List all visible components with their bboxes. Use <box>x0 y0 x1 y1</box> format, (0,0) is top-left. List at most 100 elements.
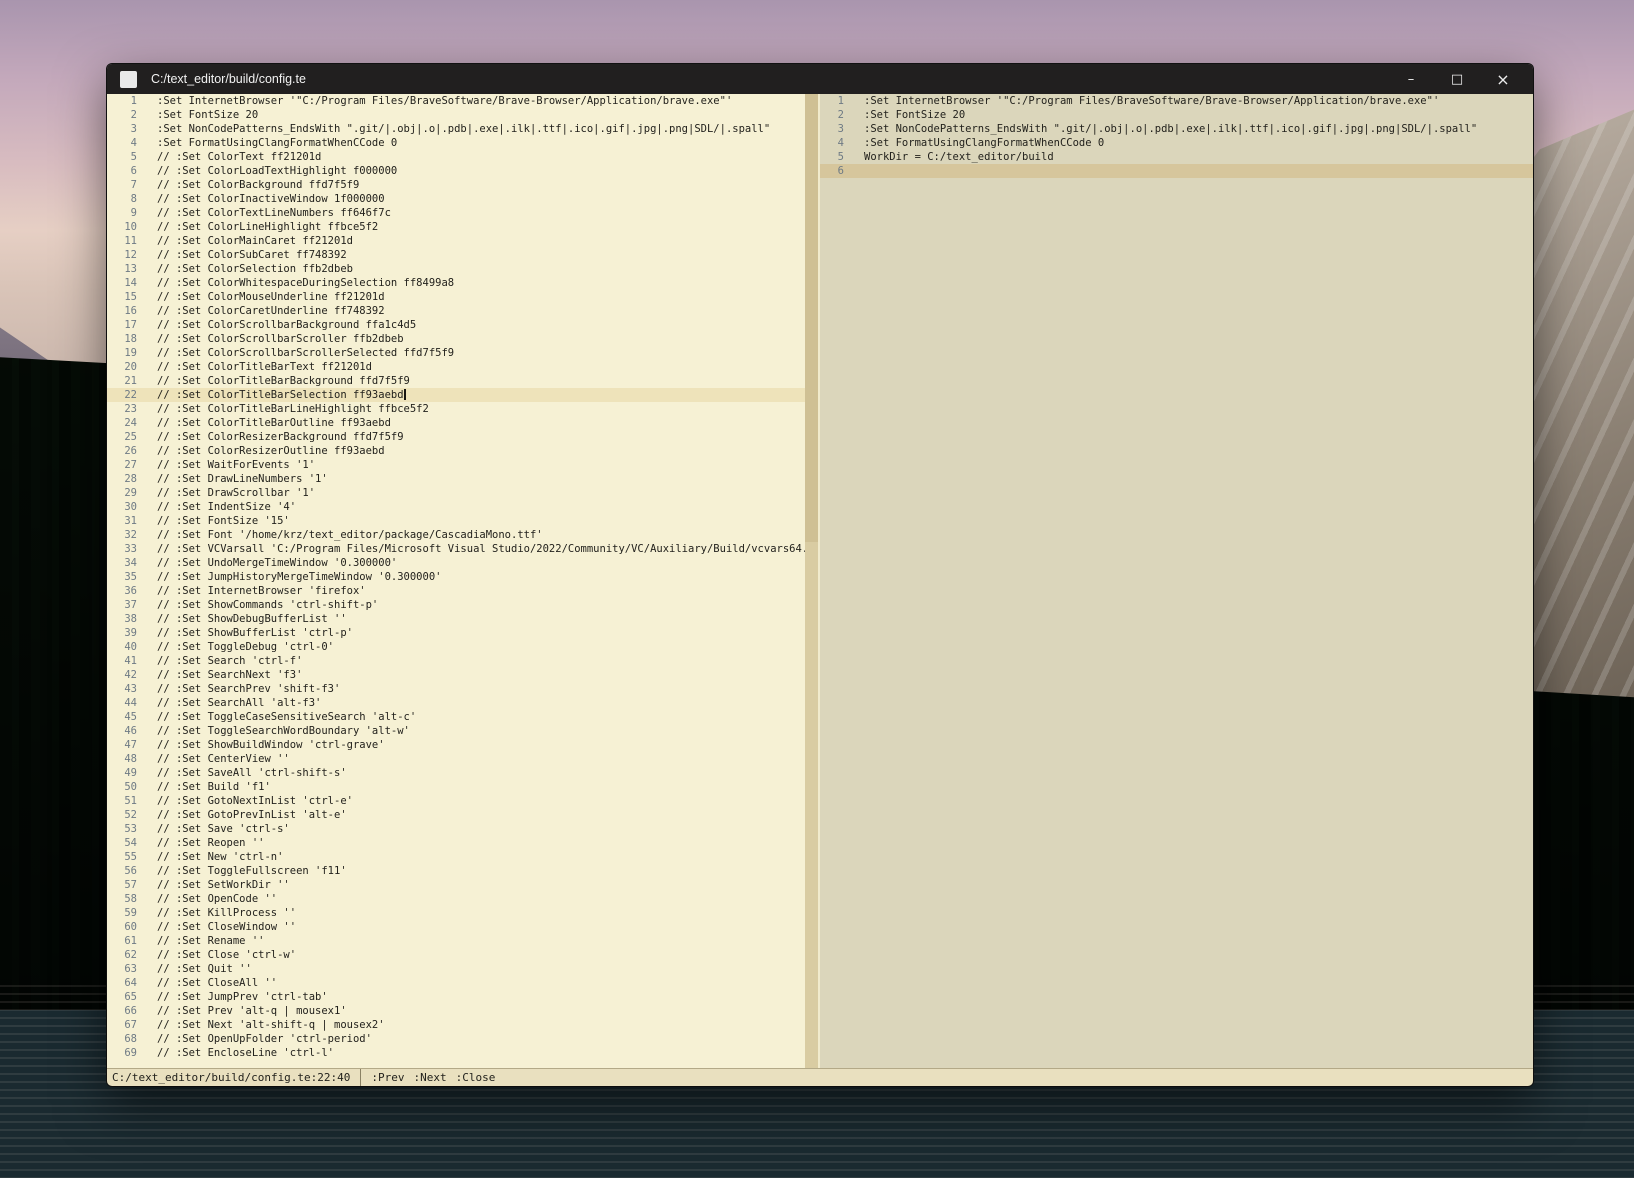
code-line[interactable]: 45// :Set ToggleCaseSensitiveSearch 'alt… <box>107 710 805 724</box>
status-command-close[interactable]: :Close <box>456 1071 496 1084</box>
scrollbar-thumb[interactable] <box>805 94 818 542</box>
code-line[interactable]: 20// :Set ColorTitleBarText ff21201d <box>107 360 805 374</box>
code-line[interactable]: 32// :Set Font '/home/krz/text_editor/pa… <box>107 528 805 542</box>
code-line[interactable]: 60// :Set CloseWindow '' <box>107 920 805 934</box>
code-line[interactable]: 44// :Set SearchAll 'alt-f3' <box>107 696 805 710</box>
close-button[interactable]: × <box>1480 64 1526 94</box>
minimize-button[interactable]: – <box>1388 64 1434 94</box>
code-line[interactable]: 46// :Set ToggleSearchWordBoundary 'alt-… <box>107 724 805 738</box>
left-pane-scrollbar[interactable] <box>805 94 818 1068</box>
code-line[interactable]: 2:Set FontSize 20 <box>820 108 1533 122</box>
code-line[interactable]: 29// :Set DrawScrollbar '1' <box>107 486 805 500</box>
code-line[interactable]: 33// :Set VCVarsall 'C:/Program Files/Mi… <box>107 542 805 556</box>
code-line[interactable]: 19// :Set ColorScrollbarScrollerSelected… <box>107 346 805 360</box>
code-line[interactable]: 4:Set FormatUsingClangFormatWhenCCode 0 <box>820 136 1533 150</box>
status-command-prev[interactable]: :Prev <box>371 1071 404 1084</box>
code-line[interactable]: 6// :Set ColorLoadTextHighlight f000000 <box>107 164 805 178</box>
code-line[interactable]: 5// :Set ColorText ff21201d <box>107 150 805 164</box>
code-line[interactable]: 52// :Set GotoPrevInList 'alt-e' <box>107 808 805 822</box>
status-command-next[interactable]: :Next <box>414 1071 447 1084</box>
code-line[interactable]: 35// :Set JumpHistoryMergeTimeWindow '0.… <box>107 570 805 584</box>
line-text: // :Set GotoPrevInList 'alt-e' <box>137 808 347 822</box>
line-text: :Set FontSize 20 <box>137 108 258 122</box>
code-line[interactable]: 34// :Set UndoMergeTimeWindow '0.300000' <box>107 556 805 570</box>
code-line[interactable]: 26// :Set ColorResizerOutline ff93aebd <box>107 444 805 458</box>
line-text: // :Set ColorBackground ffd7f5f9 <box>137 178 359 192</box>
title-bar[interactable]: C:/text_editor/build/config.te – □ × <box>107 64 1533 94</box>
line-text: // :Set SaveAll 'ctrl-shift-s' <box>137 766 347 780</box>
code-line[interactable]: 13// :Set ColorSelection ffb2dbeb <box>107 262 805 276</box>
code-line[interactable]: 17// :Set ColorScrollbarBackground ffa1c… <box>107 318 805 332</box>
code-line[interactable]: 40// :Set ToggleDebug 'ctrl-0' <box>107 640 805 654</box>
code-line[interactable]: 24// :Set ColorTitleBarOutline ff93aebd <box>107 416 805 430</box>
code-line[interactable]: 5WorkDir = C:/text_editor/build <box>820 150 1533 164</box>
code-line[interactable]: 48// :Set CenterView '' <box>107 752 805 766</box>
code-line[interactable]: 39// :Set ShowBufferList 'ctrl-p' <box>107 626 805 640</box>
code-line[interactable]: 10// :Set ColorLineHighlight ffbce5f2 <box>107 220 805 234</box>
line-text: // :Set ToggleCaseSensitiveSearch 'alt-c… <box>137 710 416 724</box>
code-line[interactable]: 15// :Set ColorMouseUnderline ff21201d <box>107 290 805 304</box>
code-line[interactable]: 1:Set InternetBrowser '"C:/Program Files… <box>820 94 1533 108</box>
code-line[interactable]: 66// :Set Prev 'alt-q | mousex1' <box>107 1004 805 1018</box>
code-line[interactable]: 49// :Set SaveAll 'ctrl-shift-s' <box>107 766 805 780</box>
code-line[interactable]: 8// :Set ColorInactiveWindow 1f000000 <box>107 192 805 206</box>
code-line[interactable]: 65// :Set JumpPrev 'ctrl-tab' <box>107 990 805 1004</box>
code-line[interactable]: 37// :Set ShowCommands 'ctrl-shift-p' <box>107 598 805 612</box>
line-text: // :Set SearchNext 'f3' <box>137 668 302 682</box>
code-line[interactable]: 56// :Set ToggleFullscreen 'f11' <box>107 864 805 878</box>
code-line[interactable]: 21// :Set ColorTitleBarBackground ffd7f5… <box>107 374 805 388</box>
code-line[interactable]: 3:Set NonCodePatterns_EndsWith ".git/|.o… <box>820 122 1533 136</box>
code-line[interactable]: 57// :Set SetWorkDir '' <box>107 878 805 892</box>
code-line[interactable]: 16// :Set ColorCaretUnderline ff748392 <box>107 304 805 318</box>
code-line[interactable]: 3:Set NonCodePatterns_EndsWith ".git/|.o… <box>107 122 805 136</box>
code-line[interactable]: 11// :Set ColorMainCaret ff21201d <box>107 234 805 248</box>
line-text: // :Set OpenCode '' <box>137 892 277 906</box>
code-line[interactable]: 64// :Set CloseAll '' <box>107 976 805 990</box>
line-number: 65 <box>107 990 137 1004</box>
code-line[interactable]: 50// :Set Build 'f1' <box>107 780 805 794</box>
code-line[interactable]: 23// :Set ColorTitleBarLineHighlight ffb… <box>107 402 805 416</box>
line-number: 39 <box>107 626 137 640</box>
code-line[interactable]: 47// :Set ShowBuildWindow 'ctrl-grave' <box>107 738 805 752</box>
code-line[interactable]: 4:Set FormatUsingClangFormatWhenCCode 0 <box>107 136 805 150</box>
code-line[interactable]: 31// :Set FontSize '15' <box>107 514 805 528</box>
code-line[interactable]: 43// :Set SearchPrev 'shift-f3' <box>107 682 805 696</box>
maximize-button[interactable]: □ <box>1434 64 1480 94</box>
code-line[interactable]: 27// :Set WaitForEvents '1' <box>107 458 805 472</box>
code-line[interactable]: 62// :Set Close 'ctrl-w' <box>107 948 805 962</box>
code-line[interactable]: 58// :Set OpenCode '' <box>107 892 805 906</box>
code-line[interactable]: 67// :Set Next 'alt-shift-q | mousex2' <box>107 1018 805 1032</box>
code-line[interactable]: 36// :Set InternetBrowser 'firefox' <box>107 584 805 598</box>
code-line[interactable]: 61// :Set Rename '' <box>107 934 805 948</box>
code-line[interactable]: 9// :Set ColorTextLineNumbers ff646f7c <box>107 206 805 220</box>
code-line[interactable]: 51// :Set GotoNextInList 'ctrl-e' <box>107 794 805 808</box>
editor-pane-right[interactable]: 1:Set InternetBrowser '"C:/Program Files… <box>820 94 1533 1068</box>
code-line[interactable]: 41// :Set Search 'ctrl-f' <box>107 654 805 668</box>
code-line[interactable]: 42// :Set SearchNext 'f3' <box>107 668 805 682</box>
line-text: // :Set GotoNextInList 'ctrl-e' <box>137 794 353 808</box>
editor-pane-left[interactable]: 1:Set InternetBrowser '"C:/Program Files… <box>107 94 805 1068</box>
code-line[interactable]: 22// :Set ColorTitleBarSelection ff93aeb… <box>107 388 805 402</box>
line-text: // :Set Close 'ctrl-w' <box>137 948 296 962</box>
code-line[interactable]: 1:Set InternetBrowser '"C:/Program Files… <box>107 94 805 108</box>
code-line[interactable]: 68// :Set OpenUpFolder 'ctrl-period' <box>107 1032 805 1046</box>
code-line[interactable]: 7// :Set ColorBackground ffd7f5f9 <box>107 178 805 192</box>
code-line[interactable]: 69// :Set EncloseLine 'ctrl-l' <box>107 1046 805 1060</box>
code-line[interactable]: 6 <box>820 164 1533 178</box>
code-line[interactable]: 2:Set FontSize 20 <box>107 108 805 122</box>
code-line[interactable]: 12// :Set ColorSubCaret ff748392 <box>107 248 805 262</box>
code-line[interactable]: 53// :Set Save 'ctrl-s' <box>107 822 805 836</box>
code-line[interactable]: 28// :Set DrawLineNumbers '1' <box>107 472 805 486</box>
line-number: 28 <box>107 472 137 486</box>
code-line[interactable]: 14// :Set ColorWhitespaceDuringSelection… <box>107 276 805 290</box>
code-line[interactable]: 18// :Set ColorScrollbarScroller ffb2dbe… <box>107 332 805 346</box>
code-line[interactable]: 54// :Set Reopen '' <box>107 836 805 850</box>
line-text: // :Set ToggleSearchWordBoundary 'alt-w' <box>137 724 410 738</box>
code-line[interactable]: 59// :Set KillProcess '' <box>107 906 805 920</box>
code-line[interactable]: 63// :Set Quit '' <box>107 962 805 976</box>
code-line[interactable]: 38// :Set ShowDebugBufferList '' <box>107 612 805 626</box>
code-line[interactable]: 55// :Set New 'ctrl-n' <box>107 850 805 864</box>
line-number: 53 <box>107 822 137 836</box>
code-line[interactable]: 30// :Set IndentSize '4' <box>107 500 805 514</box>
code-line[interactable]: 25// :Set ColorResizerBackground ffd7f5f… <box>107 430 805 444</box>
